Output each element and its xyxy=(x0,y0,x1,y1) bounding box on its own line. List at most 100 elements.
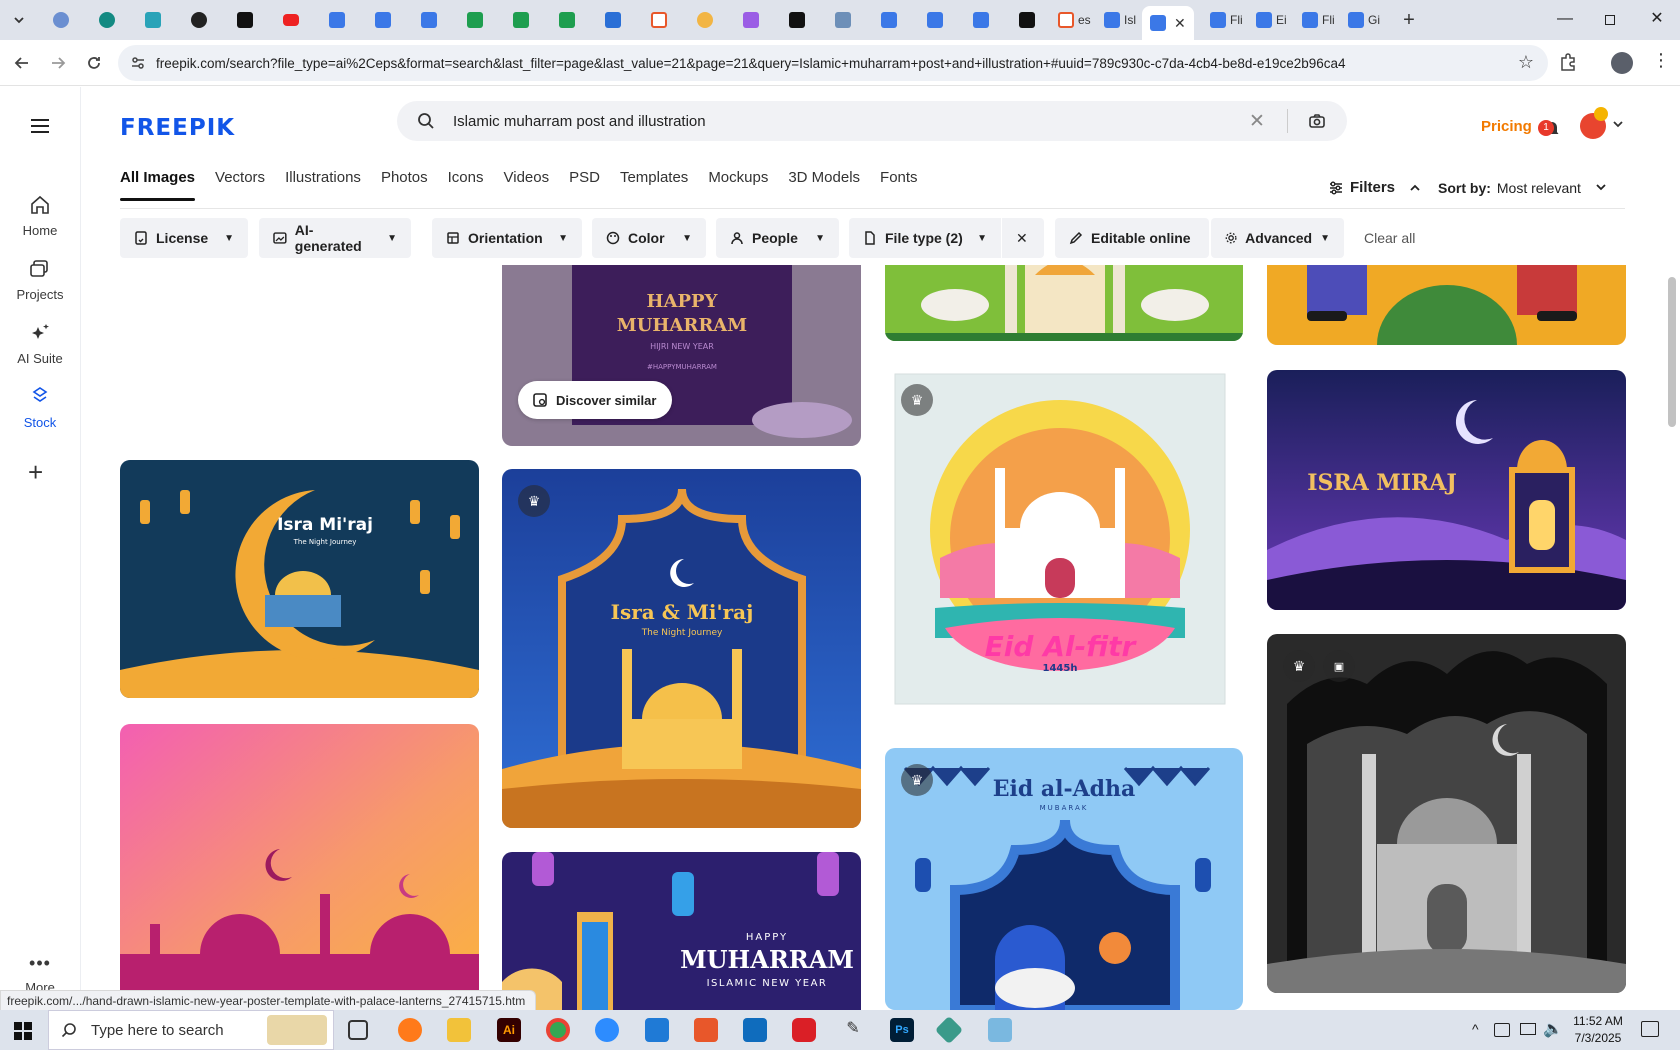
extensions-button[interactable] xyxy=(1558,52,1580,74)
browser-tab[interactable] xyxy=(866,0,912,40)
freepik-logo[interactable]: FREEPIK xyxy=(120,115,235,141)
browser-tab[interactable] xyxy=(268,0,314,40)
result-card[interactable]: ISRA MIRAJ xyxy=(1267,370,1626,610)
network-icon[interactable] xyxy=(1520,1023,1536,1035)
browser-tab[interactable] xyxy=(84,0,130,40)
clear-search-icon[interactable]: ✕ xyxy=(1249,110,1265,133)
tab-templates[interactable]: Templates xyxy=(620,169,688,199)
result-card[interactable]: Eid al-Adha MUBARAK ♛ xyxy=(885,748,1243,1010)
browser-tab[interactable] xyxy=(222,0,268,40)
browser-tab[interactable] xyxy=(38,0,84,40)
filter-license[interactable]: License ▼ xyxy=(120,218,248,258)
firefox-icon[interactable] xyxy=(398,1018,422,1042)
tray-chevron-icon[interactable]: ^ xyxy=(1472,1021,1479,1037)
tab-illustrations[interactable]: Illustrations xyxy=(285,169,361,199)
filters-button[interactable]: Filters xyxy=(1328,179,1421,196)
filter-advanced[interactable]: Advanced ▼ xyxy=(1211,218,1344,258)
clear-all-filters[interactable]: Clear all xyxy=(1364,230,1415,246)
browser-tab[interactable] xyxy=(360,0,406,40)
taskbar-search[interactable]: Type here to search xyxy=(48,1010,334,1050)
sidebar-item-home[interactable]: Home xyxy=(0,193,80,238)
tab-list-button[interactable] xyxy=(0,0,38,40)
filter-orientation[interactable]: Orientation ▼ xyxy=(432,218,582,258)
browser-tab[interactable] xyxy=(176,0,222,40)
notepad-icon[interactable] xyxy=(988,1018,1012,1042)
pricing-link[interactable]: Pricing xyxy=(1481,118,1532,135)
tab-fonts[interactable]: Fonts xyxy=(880,169,918,199)
browser-tab[interactable] xyxy=(958,0,1004,40)
search-input[interactable]: Islamic muharram post and illustration xyxy=(453,113,706,130)
filter-editable-online[interactable]: Editable online xyxy=(1055,218,1209,258)
result-card[interactable]: Isra & Mi'raj The Night Journey ♛ xyxy=(502,469,861,828)
browser-tab[interactable] xyxy=(912,0,958,40)
account-menu-chevron[interactable] xyxy=(1612,117,1624,135)
tray-app-icon[interactable] xyxy=(1494,1023,1510,1037)
file-explorer-icon[interactable] xyxy=(447,1018,471,1042)
pen-tool-icon[interactable]: ✎ xyxy=(841,1018,865,1042)
browser-tab[interactable]: es xyxy=(1050,0,1096,40)
creative-cloud-icon[interactable] xyxy=(792,1018,816,1042)
browser-tab[interactable] xyxy=(774,0,820,40)
tab-videos[interactable]: Videos xyxy=(504,169,550,199)
browser-tab[interactable] xyxy=(130,0,176,40)
close-window-button[interactable]: ✕ xyxy=(1637,8,1677,28)
browser-tab[interactable]: Fli xyxy=(1294,0,1340,40)
site-info-icon[interactable] xyxy=(130,55,146,71)
browser-tab[interactable] xyxy=(590,0,636,40)
result-card[interactable]: HAPPY MUHARRAM ISLAMIC NEW YEAR xyxy=(502,852,861,1010)
browser-tab[interactable]: Isl xyxy=(1096,0,1142,40)
browser-menu-button[interactable]: ⋮ xyxy=(1652,50,1670,71)
hamburger-menu-icon[interactable] xyxy=(31,119,49,133)
tab-all-images[interactable]: All Images xyxy=(120,169,196,201)
omnibox[interactable]: freepik.com/search?file_type=ai%2Ceps&fo… xyxy=(118,45,1548,81)
url-text[interactable]: freepik.com/search?file_type=ai%2Ceps&fo… xyxy=(156,56,1476,71)
result-card[interactable]: Isra Mi'raj The Night Journey xyxy=(120,460,479,698)
filter-people[interactable]: People ▼ xyxy=(716,218,839,258)
photoshop-icon[interactable]: Ps xyxy=(890,1018,914,1042)
restore-button[interactable] xyxy=(1590,12,1630,30)
result-card[interactable] xyxy=(120,724,479,1010)
zoom-icon[interactable] xyxy=(595,1018,619,1042)
result-card[interactable] xyxy=(1267,265,1626,345)
discover-similar-button[interactable]: Discover similar xyxy=(518,381,673,419)
tab-icons[interactable]: Icons xyxy=(448,169,484,199)
browser-tab[interactable] xyxy=(728,0,774,40)
tab-vectors[interactable]: Vectors xyxy=(215,169,265,199)
result-card[interactable]: Eid Al-fitr 1445h ♛ xyxy=(885,368,1243,716)
browser-tab[interactable] xyxy=(544,0,590,40)
browser-tab[interactable] xyxy=(406,0,452,40)
browser-tab[interactable] xyxy=(452,0,498,40)
illustrator-icon[interactable]: Ai xyxy=(497,1018,521,1042)
profile-avatar[interactable] xyxy=(1611,52,1633,74)
reload-button[interactable] xyxy=(76,45,112,81)
browser-tab[interactable] xyxy=(820,0,866,40)
filter-ai-generated[interactable]: AI-generated ▼ xyxy=(259,218,411,258)
forward-button[interactable] xyxy=(40,45,76,81)
bookmark-star-icon[interactable]: ☆ xyxy=(1518,52,1534,73)
notifications-center-icon[interactable] xyxy=(1641,1021,1659,1037)
browser-tab[interactable]: Ei xyxy=(1248,0,1294,40)
browser-tab[interactable] xyxy=(1004,0,1050,40)
filter-color[interactable]: Color ▼ xyxy=(592,218,706,258)
browser-tab[interactable] xyxy=(498,0,544,40)
result-card[interactable]: HAPPY MUHARRAM HIJRI NEW YEAR #HAPPYMUHA… xyxy=(502,265,861,446)
taskbar-clock[interactable]: 11:52 AM 7/3/2025 xyxy=(1566,1013,1630,1047)
tab-psd[interactable]: PSD xyxy=(569,169,600,199)
filter-file-type[interactable]: File type (2) ▼ xyxy=(849,218,1001,258)
sort-dropdown[interactable]: Sort by: Most relevant xyxy=(1438,180,1607,196)
browser-tab[interactable]: Fli xyxy=(1202,0,1248,40)
minimize-button[interactable]: — xyxy=(1545,10,1585,30)
outlook-icon[interactable] xyxy=(743,1018,767,1042)
volume-icon[interactable]: 🔈 xyxy=(1543,1019,1563,1039)
browser-tab[interactable] xyxy=(314,0,360,40)
remove-file-type-filter[interactable]: ✕ xyxy=(1002,218,1044,258)
tab-photos[interactable]: Photos xyxy=(381,169,428,199)
search-bar[interactable]: Islamic muharram post and illustration ✕ xyxy=(397,101,1347,141)
browser-tab-active[interactable]: ✕ xyxy=(1142,6,1194,40)
close-tab-icon[interactable]: ✕ xyxy=(1174,15,1186,32)
tab-3d-models[interactable]: 3D Models xyxy=(788,169,860,199)
task-view-icon[interactable] xyxy=(348,1020,368,1040)
notifications-button[interactable]: 1 xyxy=(1538,118,1562,138)
result-card[interactable] xyxy=(885,265,1243,341)
app-icon[interactable] xyxy=(694,1018,718,1042)
